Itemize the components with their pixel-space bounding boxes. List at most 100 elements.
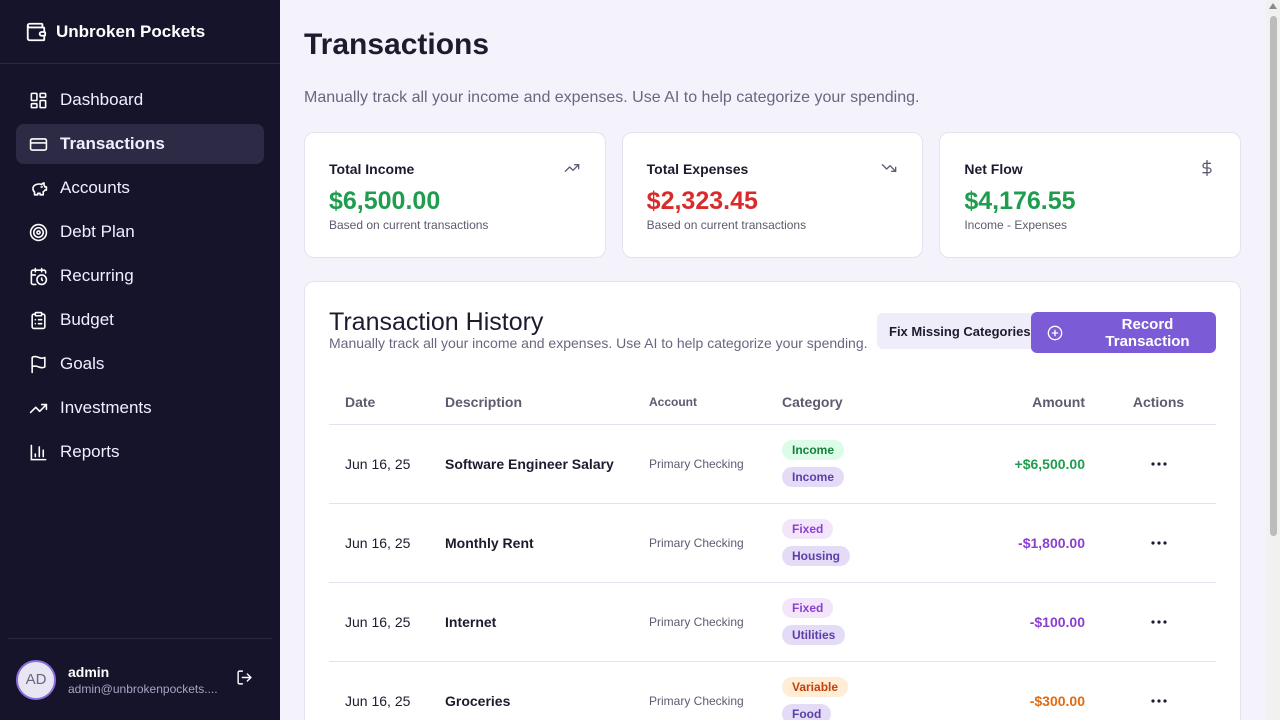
piggy-bank-icon [28, 178, 48, 198]
transactions-table: Date Description Account Category Amount… [329, 380, 1216, 720]
card-note: Based on current transactions [329, 218, 489, 232]
page-subtitle: Manually track all your income and expen… [304, 89, 920, 106]
sidebar-item-accounts[interactable]: Accounts [16, 168, 264, 208]
more-actions-button[interactable] [1149, 612, 1169, 632]
clipboard-icon [28, 310, 48, 330]
user-email: admin@unbrokenpockets.... [68, 681, 218, 696]
cell-actions [1101, 503, 1216, 583]
calendar-clock-icon [28, 266, 48, 286]
table-row[interactable]: Jun 16, 25 Groceries Primary Checking Va… [329, 661, 1216, 720]
table-row[interactable]: Jun 16, 25 Monthly Rent Primary Checking… [329, 503, 1216, 583]
dashboard-icon [28, 90, 48, 110]
trending-down-icon [880, 159, 898, 177]
sidebar-item-label: Goals [60, 354, 105, 373]
column-header-amount[interactable]: Amount [920, 380, 1101, 425]
table-row[interactable]: Jun 16, 25 Software Engineer Salary Prim… [329, 424, 1216, 504]
card-value: $6,500.00 [329, 187, 441, 215]
cell-actions [1101, 661, 1216, 720]
cell-category: Variable Food [782, 661, 920, 720]
cell-actions [1101, 582, 1216, 662]
sidebar-item-budget[interactable]: Budget [16, 300, 264, 340]
total-expenses-card: Total Expenses $2,323.45 Based on curren… [621, 132, 924, 258]
cell-amount: -$100.00 [920, 582, 1101, 662]
cell-date: Jun 16, 25 [329, 582, 445, 662]
column-header-category[interactable]: Category [782, 380, 920, 425]
section-subtitle: Manually track all your income and expen… [329, 335, 868, 351]
logout-button[interactable] [232, 668, 256, 692]
cell-account: Primary Checking [649, 582, 782, 662]
record-transaction-button[interactable]: Record Transaction [1031, 312, 1216, 353]
cell-description: Monthly Rent [445, 503, 649, 583]
net-flow-card: Net Flow $4,176.55 Income - Expenses [939, 132, 1242, 258]
avatar[interactable]: AD [16, 659, 56, 700]
sidebar-item-dashboard[interactable]: Dashboard [16, 80, 264, 120]
sidebar-nav: Dashboard Transactions Accounts Debt Pla… [0, 64, 280, 472]
page-scrollbar[interactable] [1266, 0, 1280, 720]
cell-account: Primary Checking [649, 503, 782, 583]
category-badge: Food [782, 704, 832, 720]
table-row[interactable]: Jun 16, 25 Internet Primary Checking Fix… [329, 582, 1216, 662]
cell-date: Jun 16, 25 [329, 503, 445, 583]
fix-missing-categories-button[interactable]: Fix Missing Categories [877, 313, 1043, 349]
user-panel: AD admin admin@unbrokenpockets.... [8, 638, 272, 720]
column-header-account[interactable]: Account [649, 380, 782, 425]
card-label: Total Income [329, 161, 415, 177]
column-header-date[interactable]: Date [329, 380, 445, 425]
trending-up-icon [563, 159, 581, 177]
wallet-icon [24, 20, 48, 44]
more-horizontal-icon [1150, 462, 1167, 466]
cell-amount: +$6,500.00 [920, 424, 1101, 504]
cell-category: Income Income [782, 424, 920, 504]
card-note: Based on current transactions [646, 218, 807, 232]
cell-amount: -$1,800.00 [920, 503, 1101, 583]
dollar-icon [1198, 159, 1216, 177]
category-badge: Income [782, 467, 845, 487]
cell-date: Jun 16, 25 [329, 424, 445, 504]
sidebar-item-debt-plan[interactable]: Debt Plan [16, 212, 264, 252]
page-title: Transactions [304, 28, 490, 61]
trending-up-icon [28, 398, 48, 418]
card-label: Net Flow [964, 161, 1023, 177]
summary-cards: Total Income $6,500.00 Based on current … [304, 132, 1242, 258]
sidebar-item-recurring[interactable]: Recurring [16, 256, 264, 296]
sidebar-item-label: Accounts [60, 178, 130, 197]
cell-category: Fixed Housing [782, 503, 920, 583]
cell-account: Primary Checking [649, 661, 782, 720]
type-badge: Income [782, 440, 845, 460]
record-transaction-label: Record Transaction [1105, 315, 1190, 350]
user-info: admin admin@unbrokenpockets.... [68, 664, 218, 696]
more-horizontal-icon [1150, 541, 1167, 545]
sidebar-item-label: Recurring [60, 266, 134, 285]
sidebar-item-label: Dashboard [60, 90, 144, 109]
column-header-description[interactable]: Description [445, 380, 649, 425]
brand[interactable]: Unbroken Pockets [0, 0, 280, 64]
sidebar-item-reports[interactable]: Reports [16, 432, 264, 472]
sidebar-item-investments[interactable]: Investments [16, 388, 264, 428]
sidebar-item-label: Debt Plan [60, 222, 135, 241]
more-actions-button[interactable] [1149, 691, 1169, 711]
sidebar-item-transactions[interactable]: Transactions [16, 124, 264, 164]
cell-description: Groceries [445, 661, 649, 720]
target-icon [28, 222, 48, 242]
user-name: admin [68, 663, 110, 680]
brand-name: Unbroken Pockets [56, 21, 206, 41]
scrollbar-thumb[interactable] [1270, 16, 1277, 536]
total-income-card: Total Income $6,500.00 Based on current … [304, 132, 606, 258]
section-title: Transaction History [329, 308, 544, 336]
plus-circle-icon [1047, 325, 1063, 341]
more-horizontal-icon [1150, 699, 1167, 703]
sidebar-item-goals[interactable]: Goals [16, 344, 264, 384]
scroll-up-arrow-icon[interactable] [1269, 3, 1277, 9]
cell-date: Jun 16, 25 [329, 661, 445, 720]
card-label: Total Expenses [646, 161, 749, 177]
type-badge: Fixed [782, 519, 834, 539]
more-actions-button[interactable] [1149, 533, 1169, 553]
cell-account: Primary Checking [649, 424, 782, 504]
bar-chart-icon [28, 442, 48, 462]
category-badge: Utilities [782, 625, 846, 645]
table-header-row: Date Description Account Category Amount… [329, 380, 1216, 425]
card-value: $2,323.45 [646, 187, 758, 215]
sidebar-item-label: Investments [60, 398, 152, 417]
more-actions-button[interactable] [1149, 454, 1169, 474]
type-badge: Fixed [782, 598, 834, 618]
